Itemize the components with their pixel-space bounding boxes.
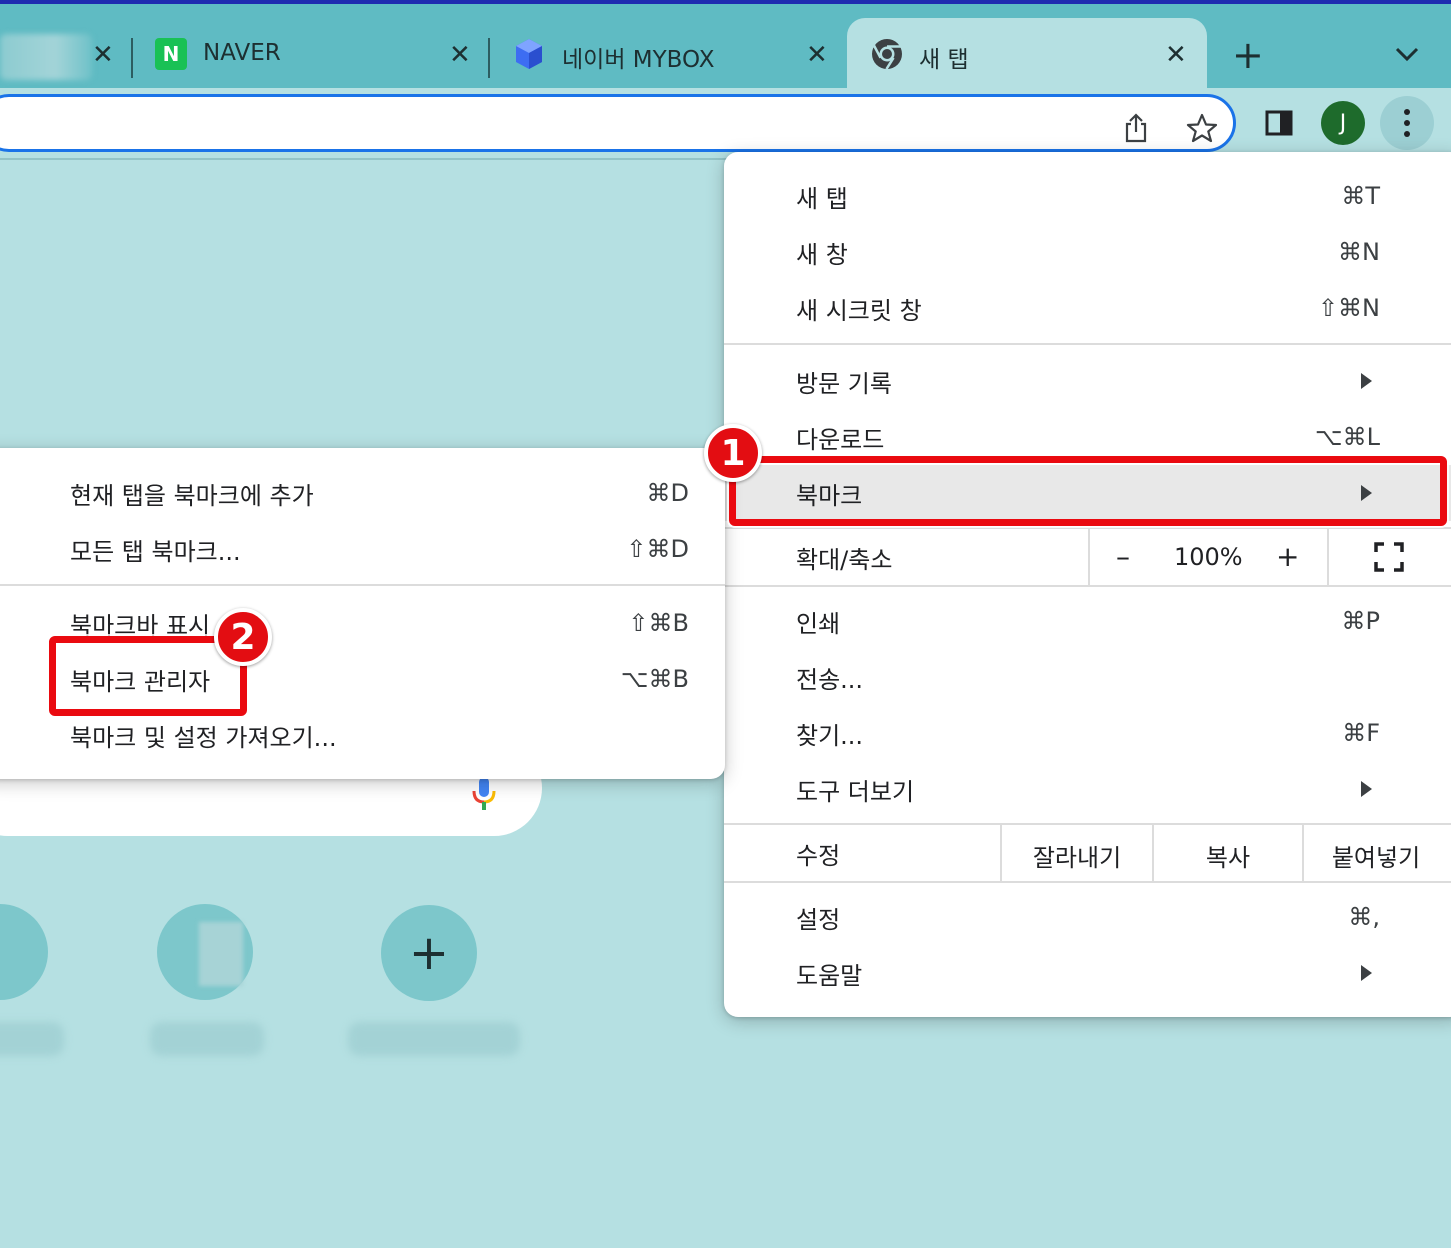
submenu-item-add-bookmark[interactable]: 현재 탭을 북마크에 추가 ⌘D: [0, 465, 725, 521]
menu-item-new-window[interactable]: 새 창 ⌘N: [724, 224, 1451, 280]
annotation-step-2-badge: 2: [214, 608, 272, 666]
menu-item-label: 도움말: [796, 961, 863, 990]
shortcut-tile[interactable]: [0, 904, 48, 1000]
tab-new-tab[interactable]: 새 탭 ✕: [847, 18, 1207, 88]
menu-item-label: 수정: [796, 841, 841, 870]
annotation-step-1-badge: 1: [704, 424, 762, 482]
add-shortcut-button[interactable]: +: [381, 905, 477, 1001]
tab-new-tab-close-icon[interactable]: ✕: [1165, 42, 1187, 68]
fullscreen-icon[interactable]: [1374, 542, 1404, 572]
submenu-arrow-icon: [1361, 965, 1372, 981]
chrome-main-menu: 새 탭 ⌘T 새 창 ⌘N 새 시크릿 창 ⇧⌘N 방문 기록 다운로드 ⌥⌘L…: [724, 152, 1451, 1017]
menu-item-label: 전송...: [796, 665, 864, 694]
naver-favicon-icon: N: [155, 38, 187, 70]
toolbar: [0, 88, 1451, 160]
menu-item-shortcut: ⌥⌘B: [620, 665, 689, 693]
mybox-favicon-icon: [516, 39, 542, 69]
menu-item-label: 다운로드: [796, 425, 885, 454]
menu-item-shortcut: ⌘,: [1348, 903, 1380, 931]
tab-1-close-icon[interactable]: ✕: [92, 42, 114, 68]
submenu-item-bookmark-all-tabs[interactable]: 모든 탭 북마크... ⇧⌘D: [0, 521, 725, 577]
address-bar[interactable]: [0, 94, 1236, 152]
menu-item-new-incognito[interactable]: 새 시크릿 창 ⇧⌘N: [724, 280, 1451, 336]
menu-item-print[interactable]: 인쇄 ⌘P: [724, 593, 1451, 649]
tab-naver-close-icon[interactable]: ✕: [449, 42, 471, 68]
zoom-in-button[interactable]: +: [1276, 540, 1299, 573]
tab-separator: [131, 38, 133, 78]
menu-divider: [724, 343, 1451, 345]
menu-item-label: 모든 탭 북마크...: [70, 537, 241, 566]
menu-item-shortcut: ⌘F: [1342, 719, 1380, 747]
menu-item-shortcut: ⌘P: [1341, 607, 1380, 635]
menu-item-shortcut: ⇧⌘N: [1317, 294, 1380, 322]
cut-button[interactable]: 잘라내기: [1002, 838, 1152, 873]
tab-mybox-close-icon[interactable]: ✕: [806, 42, 828, 68]
copy-button[interactable]: 복사: [1154, 838, 1302, 873]
menu-item-label: 새 창: [796, 240, 848, 269]
menu-divider: [724, 585, 1451, 587]
menu-item-shortcut: ⌥⌘L: [1314, 423, 1380, 451]
submenu-arrow-icon: [1361, 373, 1372, 389]
bookmark-submenu: 현재 탭을 북마크에 추가 ⌘D 모든 탭 북마크... ⇧⌘D 북마크바 표시…: [0, 448, 725, 779]
shortcut-label: [150, 1022, 264, 1056]
menu-item-shortcut: ⌘T: [1341, 182, 1380, 210]
profile-avatar[interactable]: J: [1321, 101, 1365, 145]
menu-item-label: 새 탭: [796, 184, 848, 213]
menu-item-label: 현재 탭을 북마크에 추가: [70, 481, 314, 510]
tab-new-tab-title: 새 탭: [919, 47, 969, 73]
shortcut-label: [348, 1022, 520, 1056]
more-menu-button[interactable]: [1380, 96, 1434, 150]
menu-item-history[interactable]: 방문 기록: [724, 353, 1451, 409]
menu-item-new-tab[interactable]: 새 탭 ⌘T: [724, 168, 1451, 224]
menu-item-shortcut: ⇧⌘D: [626, 535, 689, 563]
menu-item-settings[interactable]: 설정 ⌘,: [724, 889, 1451, 945]
menu-item-more-tools[interactable]: 도구 더보기: [724, 761, 1451, 817]
kebab-dot: [1404, 120, 1410, 126]
menu-divider: [724, 881, 1451, 883]
menu-item-shortcut: ⌘D: [646, 479, 689, 507]
chrome-favicon-icon: [872, 39, 902, 70]
menu-item-find[interactable]: 찾기... ⌘F: [724, 705, 1451, 761]
kebab-dot: [1404, 109, 1410, 115]
bookmark-star-icon[interactable]: [1186, 113, 1218, 143]
tab-separator: [488, 38, 490, 78]
menu-item-label: 새 시크릿 창: [796, 296, 922, 325]
share-icon[interactable]: [1123, 113, 1149, 143]
new-tab-button[interactable]: +: [1232, 36, 1264, 74]
menu-divider: [1327, 529, 1329, 585]
voice-search-icon[interactable]: [470, 776, 498, 812]
shortcut-favicon: [199, 922, 243, 986]
menu-item-label: 설정: [796, 905, 841, 934]
shortcut-tile[interactable]: [157, 904, 253, 1000]
tab-strip: ✕ N NAVER ✕ 네이버 MYBOX ✕ 새 탭 ✕ +: [0, 0, 1451, 88]
menu-item-label: 도구 더보기: [796, 777, 915, 806]
zoom-out-button[interactable]: –: [1116, 540, 1130, 573]
menu-item-label: 찾기...: [796, 721, 864, 750]
side-panel-icon[interactable]: [1265, 110, 1293, 136]
kebab-dot: [1404, 131, 1410, 137]
shortcut-label: [0, 1022, 64, 1056]
menu-divider: [1088, 529, 1090, 585]
tab-mybox-title[interactable]: 네이버 MYBOX: [562, 40, 714, 74]
paste-button[interactable]: 붙여넣기: [1304, 838, 1448, 873]
menu-item-label: 방문 기록: [796, 369, 892, 398]
menu-item-help[interactable]: 도움말: [724, 945, 1451, 1001]
zoom-level: 100%: [1174, 543, 1243, 571]
tab-naver-title[interactable]: NAVER: [203, 40, 281, 66]
menu-item-label: 북마크 및 설정 가져오기...: [70, 723, 337, 752]
menu-item-label: 확대/축소: [796, 545, 893, 574]
tab-blurred-favicon[interactable]: [0, 34, 92, 80]
menu-item-shortcut: ⌘N: [1338, 238, 1380, 266]
annotation-highlight-bookmarks: [729, 456, 1447, 526]
submenu-arrow-icon: [1361, 781, 1372, 797]
menu-divider: [0, 584, 725, 586]
menu-item-shortcut: ⇧⌘B: [628, 609, 689, 637]
chevron-down-icon[interactable]: [1394, 46, 1420, 62]
menu-item-cast[interactable]: 전송...: [724, 649, 1451, 705]
menu-item-label: 인쇄: [796, 609, 841, 638]
